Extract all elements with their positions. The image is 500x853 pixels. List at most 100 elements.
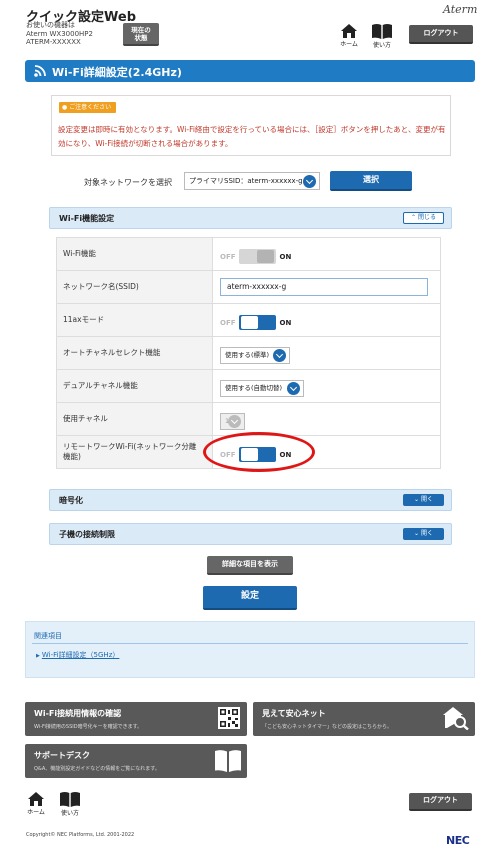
safe-net-link[interactable]: 見えて安心ネット 「こども安心ネットタイマー」などの設定はこちらから。 bbox=[253, 702, 475, 736]
house-search-icon bbox=[443, 707, 469, 730]
mode-11ax-toggle[interactable]: OFF ON bbox=[220, 315, 292, 331]
book-icon bbox=[372, 24, 392, 39]
notice-box: ● ご注意ください 設定変更は即時に有効となります。Wi-Fi経由で設定を行って… bbox=[51, 95, 451, 156]
chevron-down-icon: ⌄ bbox=[414, 530, 420, 537]
related-title: 関連項目 bbox=[34, 632, 62, 640]
safe-net-subtitle: 「こども安心ネットタイマー」などの設定はこちらから。 bbox=[262, 724, 393, 730]
support-desk-link[interactable]: サポートデスク Q&A、機能別設定ガイドなどの情報をご覧になれます。 bbox=[25, 744, 247, 778]
toggle-on-label: ON bbox=[279, 252, 292, 261]
safe-net-title: 見えて安心ネット bbox=[262, 709, 326, 718]
toggle-off-label: OFF bbox=[220, 318, 236, 327]
auto-channel-value: 使用する(標準) bbox=[225, 351, 270, 359]
toggle-track bbox=[238, 249, 276, 265]
dual-channel-select[interactable]: 使用する(自動切替) bbox=[220, 380, 304, 397]
copyright: Copyright© NEC Platforms, Ltd. 2001-2022 bbox=[26, 832, 135, 838]
device-info: お使いの機器は Aterm WX3000HP2 ATERM-XXXXXX bbox=[26, 21, 93, 47]
expand-label: 開く bbox=[420, 496, 433, 503]
row-control: OFF ON bbox=[212, 237, 441, 271]
collapse-wifi-section-button[interactable]: ⌃ 閉じる bbox=[403, 212, 444, 224]
select-network-button[interactable]: 選択 bbox=[330, 171, 412, 191]
toggle-on-label: ON bbox=[279, 318, 292, 327]
expand-encryption-button[interactable]: ⌄ 開く bbox=[403, 494, 444, 506]
client-limit-section-header[interactable]: 子機の接続制限 ⌄ 開く bbox=[49, 523, 452, 545]
device-name: ATERM-XXXXXX bbox=[26, 38, 81, 46]
highlight-circle bbox=[203, 432, 315, 472]
book-icon bbox=[60, 792, 80, 807]
table-row: ネットワーク名(SSID) aterm-xxxxxx-g bbox=[56, 270, 441, 304]
wifi-info-title: Wi-Fi接続用情報の確認 bbox=[34, 709, 122, 718]
logout-button[interactable]: ログアウト bbox=[409, 25, 473, 44]
row-control: 1 bbox=[212, 402, 441, 436]
warning-icon: ● bbox=[62, 104, 68, 111]
status-button-line1: 現在の bbox=[131, 26, 151, 34]
wifi-icon bbox=[34, 65, 46, 77]
table-row: 11axモード OFF ON bbox=[56, 303, 441, 337]
collapse-label: 閉じる bbox=[417, 214, 436, 221]
toggle-knob bbox=[256, 250, 274, 264]
header: クイック設定Web お使いの機器は Aterm WX3000HP2 ATERM-… bbox=[0, 0, 500, 52]
related-items: 関連項目 ▶ Wi-Fi詳細設定（5GHz） bbox=[25, 621, 475, 678]
expand-client-limit-button[interactable]: ⌄ 開く bbox=[403, 528, 444, 540]
chevron-down-icon bbox=[287, 382, 300, 395]
row-label: 使用チャネル bbox=[56, 402, 213, 436]
footer-home-button[interactable]: ホーム bbox=[24, 792, 48, 816]
notice-badge: ● ご注意ください bbox=[59, 102, 117, 113]
manual-label: 使い方 bbox=[60, 810, 79, 817]
manual-button[interactable]: 使い方 bbox=[370, 24, 394, 49]
footer-manual-button[interactable]: 使い方 bbox=[58, 792, 82, 817]
home-icon bbox=[28, 792, 44, 806]
brand-logo: Aterm bbox=[443, 3, 478, 16]
encryption-section-header[interactable]: 暗号化 ⌄ 開く bbox=[49, 489, 452, 511]
row-label: 11axモード bbox=[56, 303, 213, 337]
table-row: Wi-Fi機能 OFF ON bbox=[56, 237, 441, 271]
home-label: ホーム bbox=[340, 41, 358, 48]
chevron-down-icon bbox=[273, 349, 286, 362]
row-control: aterm-xxxxxx-g bbox=[212, 270, 441, 304]
home-button[interactable]: ホーム bbox=[337, 24, 361, 48]
current-status-button[interactable]: 現在の 状態 bbox=[123, 23, 159, 46]
book-icon bbox=[215, 750, 241, 772]
manual-label: 使い方 bbox=[372, 42, 391, 49]
target-network-select[interactable]: プライマリSSID：aterm-xxxxxx-g bbox=[184, 172, 320, 190]
ssid-input[interactable]: aterm-xxxxxx-g bbox=[220, 278, 428, 296]
channel-select[interactable]: 1 bbox=[220, 413, 245, 430]
notice-text: 設定変更は即時に有効となります。Wi-Fi経由で設定を行っている場合には、［設定… bbox=[58, 125, 446, 148]
chevron-down-icon: ⌄ bbox=[414, 496, 420, 503]
home-icon bbox=[341, 24, 357, 38]
remote-work-label-line2: 機能) bbox=[63, 452, 81, 461]
device-model: Aterm WX3000HP2 bbox=[26, 29, 93, 38]
target-network-label: 対象ネットワークを選択 bbox=[84, 178, 172, 187]
wifi-info-link[interactable]: Wi-Fi接続用情報の確認 Wi-Fi接続用のSSID暗号化キーを確認できます。 bbox=[25, 702, 247, 736]
page-title-bar: Wi-Fi詳細設定(2.4GHz) bbox=[25, 60, 475, 82]
related-link-wifi-5ghz[interactable]: ▶ Wi-Fi詳細設定（5GHz） bbox=[36, 650, 119, 660]
row-label: Wi-Fi機能 bbox=[56, 237, 213, 271]
encryption-section-title: 暗号化 bbox=[59, 496, 83, 505]
save-button[interactable]: 設定 bbox=[203, 586, 297, 610]
arrow-right-icon: ▶ bbox=[36, 653, 40, 659]
row-control: 使用する(自動切替) bbox=[212, 369, 441, 403]
chevron-up-icon: ⌃ bbox=[411, 214, 417, 221]
dual-channel-value: 使用する(自動切替) bbox=[225, 384, 283, 392]
status-button-line2: 状態 bbox=[134, 34, 148, 42]
row-label: ネットワーク名(SSID) bbox=[56, 270, 213, 304]
show-details-button[interactable]: 詳細な項目を表示 bbox=[207, 556, 293, 575]
chevron-down-icon bbox=[228, 415, 241, 428]
auto-channel-select[interactable]: 使用する(標準) bbox=[220, 347, 290, 364]
expand-label: 開く bbox=[420, 530, 433, 537]
row-control: 使用する(標準) bbox=[212, 336, 441, 370]
wifi-info-subtitle: Wi-Fi接続用のSSID暗号化キーを確認できます。 bbox=[34, 724, 143, 730]
row-label: オートチャネルセレクト機能 bbox=[56, 336, 213, 370]
row-label: リモートワークWi-Fi(ネットワーク分離 機能) bbox=[56, 435, 213, 469]
toggle-knob bbox=[240, 316, 258, 330]
row-label: デュアルチャネル機能 bbox=[56, 369, 213, 403]
support-desk-subtitle: Q&A、機能別設定ガイドなどの情報をご覧になれます。 bbox=[34, 766, 160, 772]
wifi-function-toggle[interactable]: OFF ON bbox=[220, 249, 292, 265]
qr-code-icon bbox=[218, 707, 240, 729]
nec-logo: NEC bbox=[446, 834, 470, 847]
home-label: ホーム bbox=[27, 809, 45, 816]
support-desk-title: サポートデスク bbox=[34, 751, 90, 760]
footer-logout-button[interactable]: ログアウト bbox=[409, 793, 472, 811]
toggle-track bbox=[238, 315, 276, 331]
device-info-line: お使いの機器は bbox=[26, 21, 75, 29]
target-network-value: プライマリSSID：aterm-xxxxxx-g bbox=[189, 177, 303, 185]
